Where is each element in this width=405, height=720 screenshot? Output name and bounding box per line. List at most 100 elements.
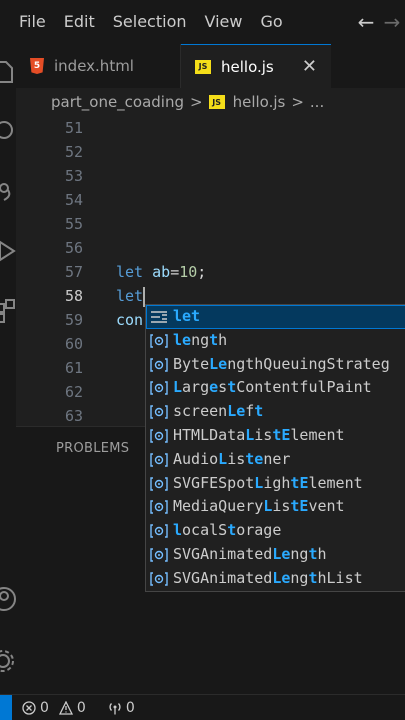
suggestion-label: AudioListener xyxy=(173,449,291,468)
editor-tabs: 5 index.html JS hello.js ✕ xyxy=(16,44,405,88)
tab-index-html[interactable]: 5 index.html xyxy=(16,44,181,88)
extensions-icon[interactable] xyxy=(0,296,16,326)
chevron-right-icon: > xyxy=(291,93,304,111)
code-line: 54 xyxy=(16,188,405,212)
suggestion-item[interactable]: screenLeft xyxy=(146,400,405,424)
errors-status[interactable]: 0 xyxy=(22,700,49,716)
close-icon[interactable]: ✕ xyxy=(302,56,317,77)
breadcrumb-file[interactable]: hello.js xyxy=(233,93,286,111)
suggestion-label: SVGAnimatedLengthList xyxy=(173,568,363,587)
settings-gear-icon[interactable] xyxy=(0,646,16,676)
ports-status[interactable]: 0 xyxy=(108,700,135,716)
line-number: 58 xyxy=(64,287,83,305)
remote-indicator[interactable] xyxy=(0,694,12,720)
ports-count: 0 xyxy=(125,699,135,716)
code-text: let ab=10; xyxy=(116,260,206,284)
suggestion-label: SVGAnimatedLength xyxy=(173,544,327,563)
suggestion-item[interactable]: let xyxy=(146,305,405,329)
line-number: 56 xyxy=(64,239,83,257)
line-number: 52 xyxy=(64,143,83,161)
suggestion-label: let xyxy=(173,307,201,325)
errors-count: 0 xyxy=(40,699,49,716)
suggestion-item[interactable]: MediaQueryListEvent xyxy=(146,495,405,519)
breadcrumb-folder[interactable]: part_one_coading xyxy=(51,93,184,111)
keyword-token: let xyxy=(116,263,144,281)
keyword-icon xyxy=(150,309,168,325)
code-text: con xyxy=(116,311,144,329)
warnings-status[interactable]: 0 xyxy=(58,699,86,716)
suggestion-item[interactable]: AudioListener xyxy=(146,448,405,472)
suggestion-widget: let length ByteLengthQueuingStrateg Largest… xyxy=(145,304,405,592)
variable-icon xyxy=(150,452,168,468)
variable-icon xyxy=(150,404,168,420)
tab-label: index.html xyxy=(54,57,134,75)
arrow-right-icon[interactable]: → xyxy=(379,10,405,34)
search-icon[interactable] xyxy=(0,116,16,146)
app-icon xyxy=(0,0,10,44)
line-number: 51 xyxy=(64,119,83,137)
source-control-icon[interactable] xyxy=(0,176,16,206)
line-number: 53 xyxy=(64,167,83,185)
suggestion-label: localStorage xyxy=(173,521,282,540)
suggestion-item[interactable]: length xyxy=(146,329,405,353)
variable-icon xyxy=(150,571,168,587)
code-line: 55 xyxy=(16,212,405,236)
line-number: 55 xyxy=(64,215,83,233)
tab-problems[interactable]: PROBLEMS xyxy=(56,441,129,456)
suggestion-item[interactable]: SVGAnimatedLength xyxy=(146,543,405,567)
activity-bar xyxy=(0,44,16,694)
status-bar: 0 0 0 xyxy=(0,694,405,720)
explorer-icon[interactable] xyxy=(0,56,16,86)
suggestion-label: HTMLDataListElement xyxy=(173,425,345,444)
chevron-right-icon: > xyxy=(190,93,203,111)
menu-view[interactable]: View xyxy=(196,0,252,44)
suggestion-item[interactable]: SVGFESpotLightElement xyxy=(146,472,405,496)
menu-edit[interactable]: Edit xyxy=(55,0,104,44)
suggestion-item[interactable]: HTMLDataListElement xyxy=(146,424,405,448)
code-text: let xyxy=(116,284,146,308)
error-icon xyxy=(22,700,36,715)
html-file-icon: 5 xyxy=(30,58,44,74)
suggestion-label: SVGFESpotLightElement xyxy=(173,473,363,492)
navigation-arrows: ← → xyxy=(353,0,405,44)
tab-hello-js[interactable]: JS hello.js ✕ xyxy=(181,44,331,88)
variable-icon xyxy=(150,380,168,396)
operator-token: = xyxy=(170,263,180,281)
punctuation-token: ; xyxy=(197,263,207,281)
code-line: 51 xyxy=(16,116,405,140)
run-debug-icon[interactable] xyxy=(0,236,16,266)
suggestion-label: screenLeft xyxy=(173,402,264,421)
suggestion-label: MediaQueryListEvent xyxy=(173,497,345,516)
variable-icon xyxy=(150,499,168,515)
suggestion-label: ByteLengthQueuingStrateg xyxy=(173,354,390,373)
code-line: 56 xyxy=(16,236,405,260)
suggestion-label: length xyxy=(173,330,228,349)
js-file-icon: JS xyxy=(208,95,225,109)
js-file-icon: JS xyxy=(195,59,211,74)
suggestion-item[interactable]: SVGAnimatedLengthList xyxy=(146,567,405,591)
breadcrumb-more[interactable]: ... xyxy=(310,93,324,111)
line-number: 61 xyxy=(64,359,83,377)
warnings-count: 0 xyxy=(76,699,86,716)
code-line: 52 xyxy=(16,140,405,164)
line-number: 63 xyxy=(64,407,83,425)
number-token: 10 xyxy=(179,263,198,281)
suggestion-item[interactable]: ByteLengthQueuingStrateg xyxy=(146,353,405,377)
variable-icon xyxy=(150,333,168,349)
menu-file[interactable]: File xyxy=(10,0,55,44)
line-number: 59 xyxy=(64,311,83,329)
menu-go[interactable]: Go xyxy=(251,0,291,44)
broadcast-icon xyxy=(109,702,121,714)
line-number: 54 xyxy=(64,191,83,209)
suggestion-item[interactable]: localStorage xyxy=(146,519,405,543)
account-icon[interactable] xyxy=(0,584,16,614)
variable-token: ab xyxy=(152,263,171,281)
suggestion-label: LargestContentfulPaint xyxy=(173,378,372,397)
arrow-left-icon[interactable]: ← xyxy=(353,10,379,34)
variable-icon xyxy=(150,357,168,373)
suggestion-item[interactable]: LargestContentfulPaint xyxy=(146,376,405,400)
code-line: 57 let ab=10; xyxy=(16,260,405,284)
tab-label: hello.js xyxy=(221,57,274,76)
menu-selection[interactable]: Selection xyxy=(104,0,196,44)
